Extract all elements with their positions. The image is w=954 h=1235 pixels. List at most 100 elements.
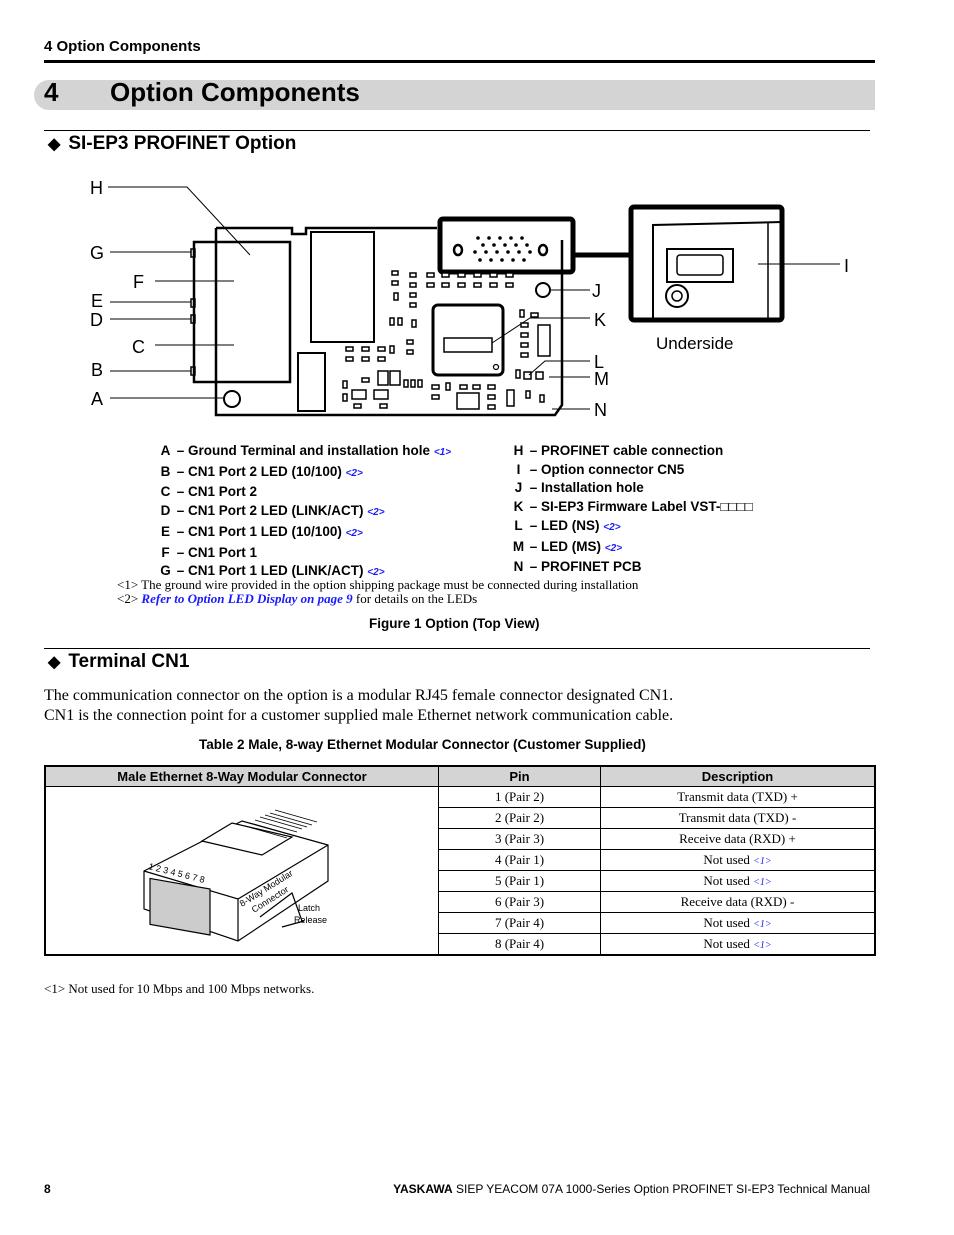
paragraph-line: CN1 is the connection point for a custom… <box>44 706 674 724</box>
pin-cell: 5 (Pair 1) <box>438 870 601 892</box>
description-cell: Not used <1> <box>600 870 876 892</box>
pin-cell: 7 (Pair 4) <box>438 912 601 934</box>
legend-text: – PROFINET cable connection <box>529 443 724 458</box>
legend-text: – PROFINET PCB <box>529 559 642 575</box>
footnote-ref-link[interactable]: <1> <box>753 877 772 888</box>
legend-text: – CN1 Port 1 <box>176 544 258 560</box>
section-title-si-ep3: ◆ SI-EP3 PROFINET Option <box>48 133 296 155</box>
callout-e: E <box>91 291 103 311</box>
diamond-bullet-icon: ◆ <box>48 654 61 671</box>
description-text: Receive data (RXD) - <box>680 894 795 909</box>
header-description: Description <box>600 765 876 787</box>
page-number: 8 <box>44 1182 51 1196</box>
footnote-ref-link[interactable]: <2> <box>603 522 620 533</box>
pin-cell: 1 (Pair 2) <box>438 786 601 808</box>
callout-c: C <box>132 337 145 357</box>
callout-b: B <box>91 360 103 380</box>
table-header-row: Male Ethernet 8-Way Modular Connector Pi… <box>44 765 876 787</box>
legend-left: A – Ground Terminal and installation hol… <box>158 442 451 583</box>
section-rule <box>44 648 870 649</box>
legend-key: K <box>513 499 524 515</box>
pin-cell: 6 (Pair 3) <box>438 891 601 913</box>
brand-name: YASKAWA <box>393 1182 453 1196</box>
pin-cell: 4 (Pair 1) <box>438 849 601 871</box>
description-cell: Not used <1> <box>600 849 876 871</box>
footnote-ref-link[interactable]: <2> <box>367 507 384 518</box>
description-text: Transmit data (TXD) - <box>678 810 797 825</box>
pin-cell: 2 (Pair 2) <box>438 807 601 829</box>
pin-cell: 8 (Pair 4) <box>438 933 601 956</box>
callout-k: K <box>594 310 606 330</box>
footnote-ref-link[interactable]: <2> <box>346 528 363 539</box>
legend-key: A <box>160 443 171 458</box>
legend-item-a: A – Ground Terminal and installation hol… <box>158 442 451 463</box>
footnote-ref-link[interactable]: <1> <box>753 856 772 867</box>
connector-image-cell: 1 2 3 4 5 6 7 8 8-Way Modular Connector … <box>44 786 439 956</box>
chapter-title: Option Components <box>110 77 360 107</box>
legend-key: F <box>161 544 170 560</box>
legend-text: – CN1 Port 2 LED (10/100) <box>176 463 342 479</box>
description-cell: Receive data (RXD) - <box>600 891 876 913</box>
legend-text: – Installation hole <box>529 480 644 496</box>
legend-item-c: C – CN1 Port 2 <box>158 483 451 502</box>
legend-text: – CN1 Port 1 LED (LINK/ACT) <box>176 563 364 579</box>
legend-key: N <box>513 559 524 575</box>
footnote-ref-link[interactable]: <1> <box>434 447 451 458</box>
paragraph-line: The communication connector on the optio… <box>44 687 674 704</box>
description-text: Not used <box>703 915 750 930</box>
legend-key: I <box>516 461 521 477</box>
led-display-link[interactable]: Refer to Option LED Display on page 9 <box>141 591 352 606</box>
footnote-ref-link[interactable]: <1> <box>753 940 772 951</box>
legend-key: H <box>513 443 524 458</box>
description-cell: Not used <1> <box>600 933 876 956</box>
legend-text: – CN1 Port 1 LED (10/100) <box>176 523 342 539</box>
svg-text:Release: Release <box>294 915 327 925</box>
callout-m: M <box>594 369 609 389</box>
ground-hole <box>223 390 241 408</box>
pcb-outline <box>214 228 564 417</box>
description-text: Not used <box>703 936 750 951</box>
callout-h: H <box>90 178 103 198</box>
legend-key: M <box>512 538 525 554</box>
legend-item-e: E – CN1 Port 1 LED (10/100) <2> <box>158 523 451 544</box>
legend-key: D <box>160 503 171 519</box>
page-footer: YASKAWA SIEP YEACOM 07A 1000-Series Opti… <box>393 1182 870 1196</box>
legend-item-m: M – LED (MS) <2> <box>511 538 753 559</box>
callout-n: N <box>594 400 607 420</box>
legend-item-b: B – CN1 Port 2 LED (10/100) <2> <box>158 463 451 484</box>
rj45-connector-illustration: 1 2 3 4 5 6 7 8 8-Way Modular Connector … <box>143 809 329 942</box>
legend-item-j: J – Installation hole <box>511 479 753 498</box>
callout-j: J <box>592 281 601 301</box>
description-text: Not used <box>703 873 750 888</box>
legend-item-h: H – PROFINET cable connection <box>511 442 753 461</box>
figure-caption: Figure 1 Option (Top View) <box>369 616 540 631</box>
footnote-ref-link[interactable]: <2> <box>605 543 622 554</box>
legend-text: – CN1 Port 2 LED (LINK/ACT) <box>176 503 364 519</box>
diamond-bullet-icon: ◆ <box>48 136 61 153</box>
legend-item-d: D – CN1 Port 2 LED (LINK/ACT) <2> <box>158 502 451 523</box>
section-rule <box>44 130 870 131</box>
legend-key: J <box>514 480 523 496</box>
legend-text: – LED (MS) <box>529 538 602 554</box>
firmware-label <box>443 337 493 353</box>
legend-text: – CN1 Port 2 <box>176 484 258 500</box>
section-title-terminal-cn1: ◆ Terminal CN1 <box>48 651 189 673</box>
body-paragraph: The communication connector on the optio… <box>44 686 673 725</box>
dsub-pins <box>473 236 532 262</box>
legend-item-i: I – Option connector CN5 <box>511 461 753 480</box>
footnote-ref-link[interactable]: <1> <box>753 919 772 930</box>
option-top-view-diagram: H G F E D C B A J K L M N I Underside <box>90 178 849 420</box>
description-text: Receive data (RXD) + <box>679 831 796 846</box>
legend-key: B <box>160 463 171 479</box>
header-connector: Male Ethernet 8-Way Modular Connector <box>44 765 439 787</box>
callout-i: I <box>844 256 849 276</box>
table-row: 1 2 3 4 5 6 7 8 8-Way Modular Connector … <box>44 786 876 956</box>
section-title-text: Terminal CN1 <box>68 651 190 672</box>
led-ms <box>535 371 544 380</box>
footnote-2: <2> Refer to Option LED Display on page … <box>117 591 478 606</box>
led-ns <box>523 371 532 380</box>
footnote-ref-link[interactable]: <2> <box>346 468 363 479</box>
section-title-text: SI-EP3 PROFINET Option <box>68 133 297 154</box>
running-header: 4 Option Components <box>44 38 201 55</box>
legend-item-n: N – PROFINET PCB <box>511 558 753 577</box>
